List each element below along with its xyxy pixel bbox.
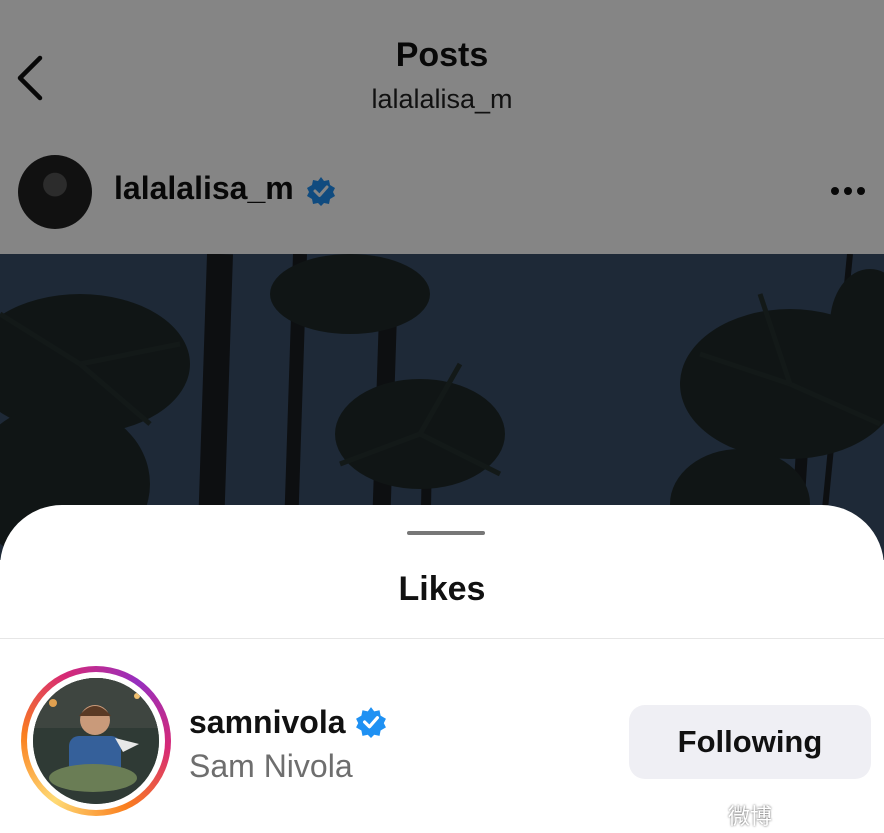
verified-badge-icon — [356, 707, 386, 738]
watermark: 微博 — [728, 804, 773, 829]
liker-avatar — [33, 678, 159, 804]
sheet-drag-handle[interactable] — [407, 531, 485, 535]
liker-avatar-ring-gap — [27, 672, 165, 810]
modal-dim-overlay[interactable] — [0, 0, 884, 560]
liker-full-name: Sam Nivola — [189, 748, 353, 784]
sheet-divider — [0, 638, 884, 639]
liker-avatar-story-ring[interactable] — [21, 666, 171, 816]
likes-sheet-title: Likes — [398, 570, 486, 608]
avatar-photo — [33, 678, 159, 804]
liker-username[interactable]: samnivola — [189, 704, 346, 741]
following-button[interactable]: Following — [629, 705, 871, 779]
